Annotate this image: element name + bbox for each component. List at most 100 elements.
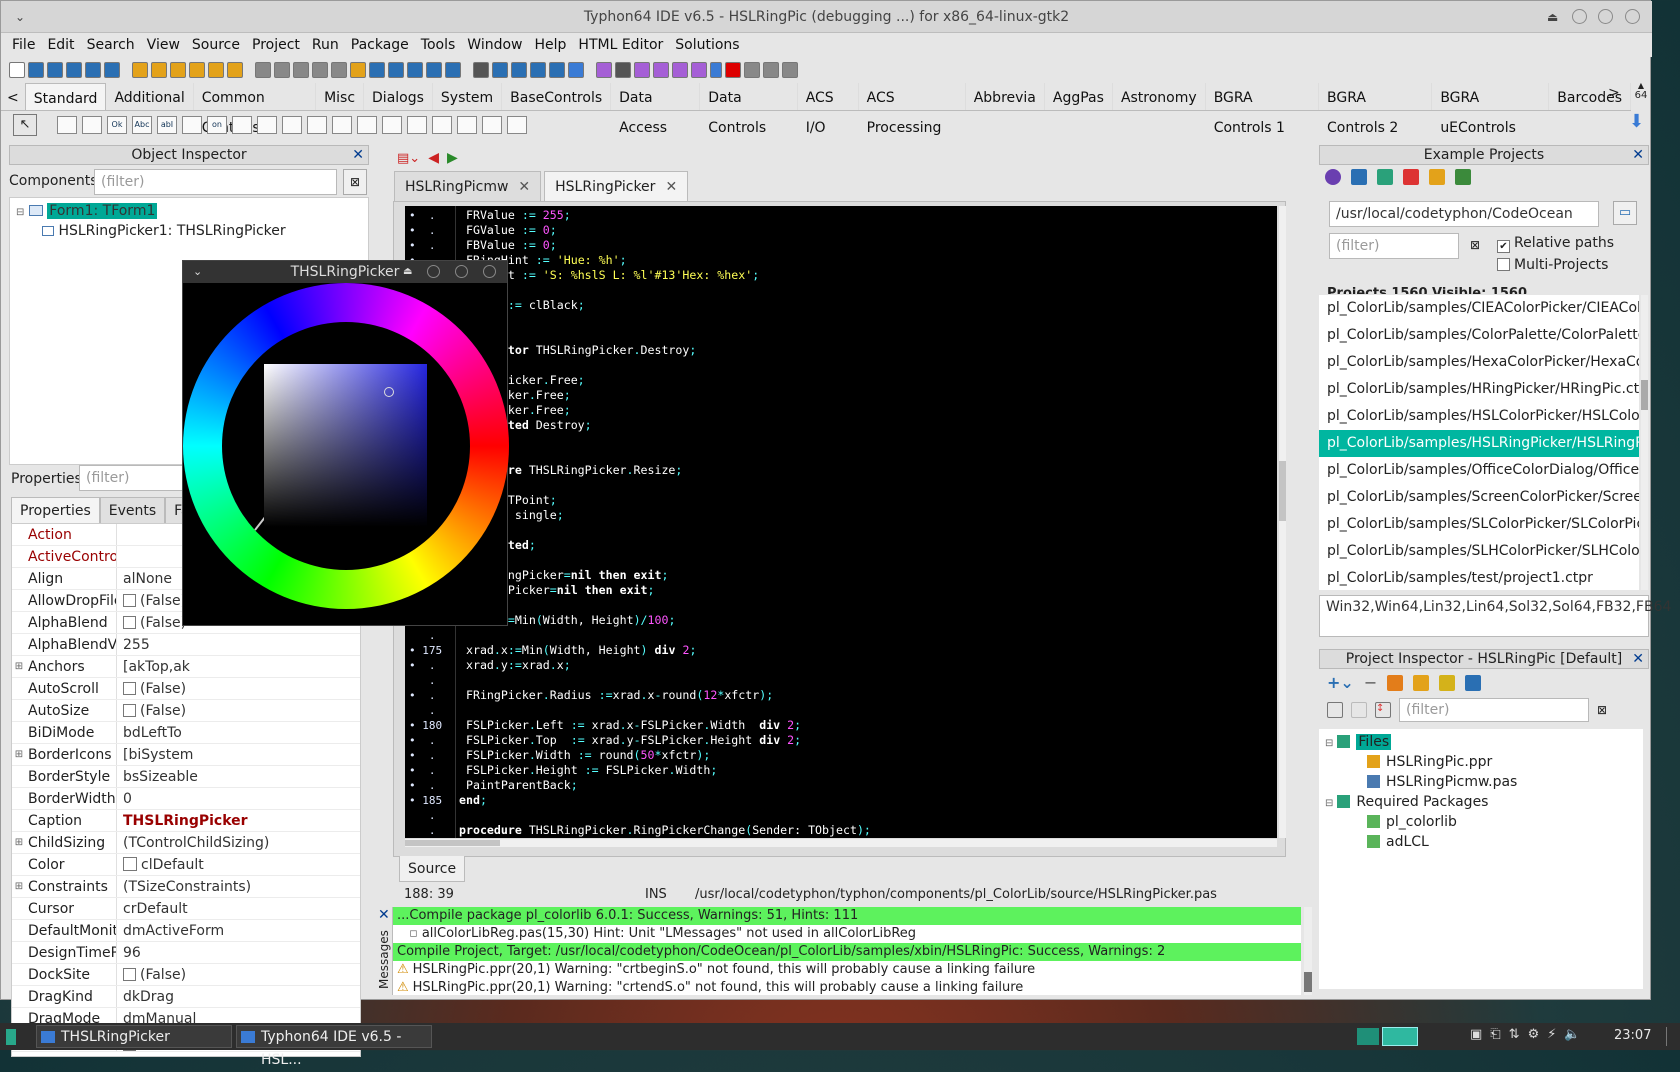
code-line[interactable]: end; bbox=[459, 793, 487, 808]
collapse-icon[interactable]: ⊟ bbox=[1325, 798, 1333, 809]
close-icon[interactable]: ✕ bbox=[378, 907, 390, 923]
taskbar-item-form[interactable]: THSLRingPicker bbox=[36, 1025, 232, 1048]
message-warn[interactable]: ⚠ HSLRingPic.ppr(20,1) Warning: "crtbegin… bbox=[393, 961, 1301, 979]
code-line[interactable]: xrad.x:=Min(Width, Height) div 2; bbox=[459, 643, 696, 658]
property-value[interactable]: bdLeftTo bbox=[116, 722, 360, 743]
palette-tab-aggpas[interactable]: AggPas bbox=[1045, 83, 1113, 110]
palette-tab-bgra-uecontrols[interactable]: BGRA uEControls bbox=[1432, 83, 1550, 136]
palette-tab-astronomy[interactable]: Astronomy bbox=[1113, 83, 1206, 110]
folder-icon[interactable] bbox=[1429, 169, 1445, 185]
code-line[interactable]: FSLPicker.Top := xrad.y-FSLPicker.Height… bbox=[459, 733, 801, 748]
code-line[interactable]: PaintParentBack; bbox=[459, 778, 578, 793]
popup-menu-icon[interactable] bbox=[82, 116, 102, 134]
compile-icon[interactable] bbox=[1413, 674, 1430, 691]
frame-icon[interactable] bbox=[457, 116, 477, 134]
minimize-button[interactable] bbox=[427, 265, 440, 278]
remove-icon[interactable]: − bbox=[1364, 673, 1377, 692]
clear-filter-icon[interactable]: ⊠ bbox=[1465, 233, 1485, 259]
clear-filter-icon[interactable]: ⊠ bbox=[1597, 703, 1607, 717]
groupbox-icon[interactable] bbox=[357, 116, 377, 134]
clear-filter-icon[interactable]: ⊠ bbox=[343, 169, 367, 195]
property-row[interactable]: DockSite (False) bbox=[12, 964, 360, 986]
property-row[interactable]: Cursor crDefault bbox=[12, 898, 360, 920]
collapse-icon[interactable]: ⊟ bbox=[1325, 738, 1333, 749]
edit-icon[interactable]: abI bbox=[157, 116, 177, 134]
project-icon[interactable] bbox=[1327, 702, 1343, 718]
close-tab-icon[interactable]: ✕ bbox=[665, 179, 677, 195]
menu-solutions[interactable]: Solutions bbox=[672, 33, 748, 57]
property-value[interactable]: (TSizeConstraints) bbox=[116, 876, 360, 897]
add-to-project-icon[interactable] bbox=[227, 61, 243, 78]
palette-tab-bgra-controls-2[interactable]: BGRA Controls 2 bbox=[1319, 83, 1433, 136]
property-row[interactable]: ⊞ Anchors [akTop,ak bbox=[12, 656, 360, 678]
close-project-icon[interactable] bbox=[189, 61, 205, 78]
platforms-field[interactable]: Win32,Win64,Lin32,Lin64,Sol32,Sol64,FB32… bbox=[1319, 595, 1671, 637]
stepping-icon[interactable] bbox=[615, 61, 631, 78]
examples-scrollbar[interactable] bbox=[1641, 295, 1648, 590]
menu-window[interactable]: Window bbox=[464, 33, 531, 57]
message-success[interactable]: ...Compile package pl_colorlib 6.0.1: Su… bbox=[393, 907, 1301, 925]
property-row[interactable]: Color clDefault bbox=[12, 854, 360, 876]
property-row[interactable]: AutoScroll (False) bbox=[12, 678, 360, 700]
property-row[interactable]: BorderStyle bsSizeable bbox=[12, 766, 360, 788]
radio-icon[interactable] bbox=[257, 116, 277, 134]
project-options-icon[interactable] bbox=[208, 61, 224, 78]
tools-icon[interactable] bbox=[473, 61, 489, 78]
property-row[interactable]: BiDiMode bdLeftTo bbox=[12, 722, 360, 744]
clean-icon[interactable] bbox=[426, 61, 442, 78]
run-params-icon[interactable] bbox=[407, 61, 423, 78]
property-value[interactable]: [akTop,ak bbox=[116, 656, 360, 677]
palette-tab-data-controls[interactable]: Data Controls bbox=[700, 83, 798, 136]
project-tree-item[interactable]: ⊟ Required Packages bbox=[1319, 793, 1643, 813]
editor-tab-hslringpicker[interactable]: HSLRingPicker ✕ bbox=[544, 171, 689, 201]
scrollbar-icon[interactable] bbox=[332, 116, 352, 134]
back-arrow-icon[interactable]: ◀ bbox=[428, 150, 439, 166]
message-warn[interactable]: ⚠ HSLRingPic.ppr(20,1) Warning: "crtendS.… bbox=[393, 979, 1301, 997]
example-item[interactable]: pl_ColorLib/samples/ColorPalette/ColorPa… bbox=[1319, 322, 1639, 349]
tree-item-form1[interactable]: ⊟ Form1: TForm1 bbox=[10, 198, 368, 222]
workspace-1[interactable] bbox=[1357, 1028, 1379, 1045]
property-value[interactable]: dmActiveForm bbox=[116, 920, 360, 941]
package-icon[interactable] bbox=[445, 61, 461, 78]
palette-tab-data-access[interactable]: Data Access bbox=[611, 83, 701, 136]
close-icon[interactable]: ✕ bbox=[1632, 650, 1644, 668]
toggle-icon[interactable]: on bbox=[207, 116, 227, 134]
add-icon[interactable]: +⌄ bbox=[1327, 673, 1354, 692]
actionlist-icon[interactable] bbox=[482, 116, 502, 134]
close-icon[interactable]: ✕ bbox=[1632, 146, 1644, 164]
palette-tab-misc[interactable]: Misc bbox=[316, 83, 365, 110]
stop-icon[interactable] bbox=[710, 61, 722, 78]
property-value[interactable]: (False) bbox=[116, 700, 360, 721]
delete-icon[interactable] bbox=[1403, 169, 1419, 185]
code-line[interactable]: FSLPicker.Height := FSLPicker.Width; bbox=[459, 763, 717, 778]
refresh-icon[interactable] bbox=[1325, 169, 1341, 185]
code-line[interactable]: FGValue := 0; bbox=[459, 223, 557, 238]
new-form-icon[interactable] bbox=[28, 61, 44, 78]
menu-run[interactable]: Run bbox=[309, 33, 348, 57]
checkbox[interactable] bbox=[123, 704, 136, 717]
example-item[interactable]: pl_ColorLib/samples/HRingPicker/HRingPic… bbox=[1319, 376, 1639, 403]
toggle-form-icon[interactable] bbox=[312, 61, 328, 78]
example-item[interactable]: pl_ColorLib/samples/HSLColorPicker/HSLCo… bbox=[1319, 403, 1639, 430]
taskbar-item-ide[interactable]: Typhon64 IDE v6.5 - HSL... bbox=[236, 1025, 432, 1068]
expand-icon[interactable]: ⊞ bbox=[12, 832, 26, 853]
inspector-tab-events[interactable]: Events bbox=[99, 497, 166, 523]
message-success[interactable]: Compile Project, Target: /usr/local/code… bbox=[393, 943, 1301, 961]
explorer-icon[interactable] bbox=[511, 61, 527, 78]
form-designer-window[interactable]: ⌄ THSLRingPicker ⏏ bbox=[182, 260, 509, 626]
radiogroup-icon[interactable] bbox=[382, 116, 402, 134]
stop2-icon[interactable] bbox=[725, 61, 741, 78]
step-over-icon[interactable] bbox=[744, 61, 760, 78]
property-row[interactable]: Caption THSLRingPicker bbox=[12, 810, 360, 832]
example-item[interactable]: pl_ColorLib/samples/SLHColorPicker/SLHCo… bbox=[1319, 538, 1639, 565]
project-tree-item[interactable]: HSLRingPic.ppr bbox=[1319, 753, 1643, 773]
copy-icon[interactable] bbox=[1377, 169, 1393, 185]
palette-tab-additional[interactable]: Additional bbox=[106, 83, 194, 110]
listbox-icon[interactable] bbox=[282, 116, 302, 134]
menu-search[interactable]: Search bbox=[84, 33, 144, 57]
example-item[interactable]: pl_ColorLib/samples/test/project1.ctpr bbox=[1319, 565, 1639, 590]
property-value[interactable]: 96 bbox=[116, 942, 360, 963]
save-project-icon[interactable] bbox=[170, 61, 186, 78]
hscroll-thumb[interactable] bbox=[405, 840, 500, 846]
checkbox[interactable] bbox=[123, 682, 136, 695]
